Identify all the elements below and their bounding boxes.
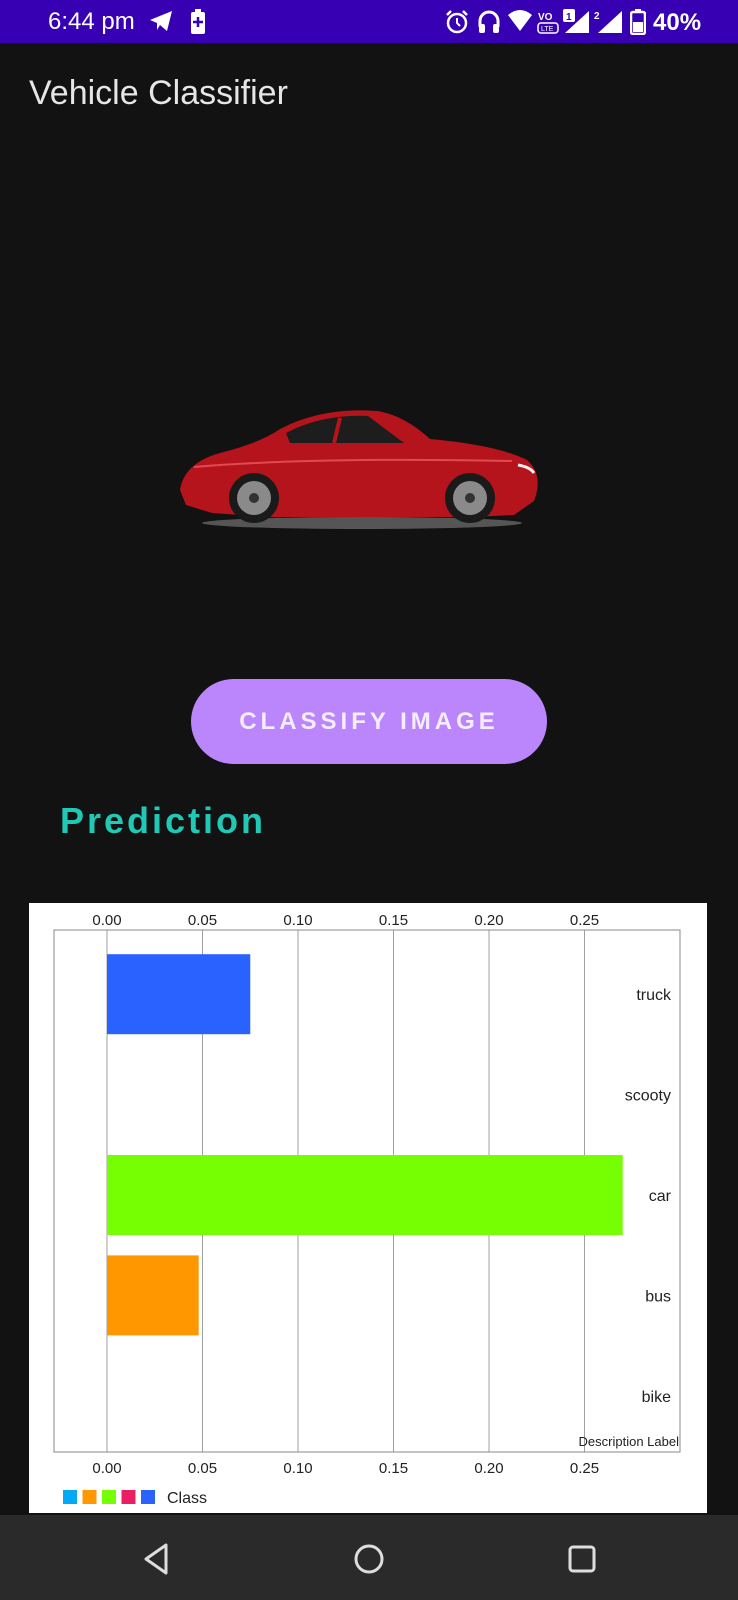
category-label-bus: bus — [645, 1288, 671, 1305]
x-tick-label-bottom: 0.15 — [379, 1460, 408, 1477]
x-tick-label-top: 0.20 — [474, 912, 503, 929]
category-label-bike: bike — [642, 1389, 671, 1406]
prediction-chart: 0.00 0.00 0.05 0.05 0.10 0.10 0.15 0.15 0.20 0.20… — [29, 903, 707, 1513]
bar-car — [107, 1155, 623, 1235]
category-label-truck: truck — [636, 987, 672, 1004]
status-bar: 6:44 pm VO LTE 1 2 40% — [0, 0, 738, 43]
classify-image-button[interactable]: CLASSIFY IMAGE — [191, 679, 547, 764]
description-label: Description Label — [579, 1434, 680, 1449]
navigation-bar — [0, 1515, 738, 1600]
x-tick-label-bottom: 0.00 — [92, 1460, 121, 1477]
legend-swatch — [63, 1490, 77, 1504]
battery-saver-icon — [191, 9, 205, 34]
category-label-scooty: scooty — [625, 1088, 671, 1105]
wifi-icon — [508, 10, 532, 31]
x-tick-label-bottom: 0.05 — [188, 1460, 217, 1477]
category-label-car: car — [649, 1188, 672, 1205]
x-tick-label-top: 0.05 — [188, 912, 217, 929]
bar-chart-svg: 0.00 0.00 0.05 0.05 0.10 0.10 0.15 0.15 0.20 0.20… — [53, 912, 681, 1507]
legend-swatch — [121, 1490, 136, 1504]
legend-label: Class — [167, 1490, 207, 1507]
x-tick-label-bottom: 0.25 — [570, 1460, 599, 1477]
vehicle-image — [172, 405, 552, 540]
x-tick-label-top: 0.00 — [92, 912, 121, 929]
legend-swatch — [102, 1490, 116, 1504]
back-icon[interactable] — [134, 1537, 178, 1581]
signal-sim2-icon: 2 — [594, 11, 622, 33]
svg-text:1: 1 — [566, 12, 572, 23]
battery-percent: 40% — [653, 9, 702, 36]
app-title: Vehicle Classifier — [29, 74, 288, 112]
bar-bus — [107, 1255, 199, 1336]
x-tick-label-bottom: 0.10 — [283, 1460, 312, 1477]
home-icon[interactable] — [347, 1537, 391, 1581]
svg-text:LTE: LTE — [541, 26, 554, 33]
prediction-heading: Prediction — [60, 800, 267, 841]
status-time: 6:44 pm — [48, 8, 135, 35]
svg-text:VO: VO — [538, 12, 553, 23]
legend-swatch — [82, 1490, 97, 1504]
svg-text:2: 2 — [594, 11, 600, 22]
telegram-icon — [150, 11, 172, 31]
x-tick-label-top: 0.15 — [379, 912, 408, 929]
signal-sim1-icon: 1 — [563, 9, 589, 33]
bar-truck — [107, 954, 251, 1035]
alarm-icon — [446, 10, 468, 34]
legend-swatch — [141, 1490, 155, 1504]
x-tick-label-bottom: 0.20 — [474, 1460, 503, 1477]
x-tick-label-top: 0.10 — [283, 912, 312, 929]
battery-icon — [630, 9, 646, 35]
recents-icon[interactable] — [560, 1537, 604, 1581]
volte-icon: VO LTE — [537, 12, 559, 34]
x-tick-label-top: 0.25 — [570, 912, 599, 929]
headphones-icon — [478, 10, 500, 33]
